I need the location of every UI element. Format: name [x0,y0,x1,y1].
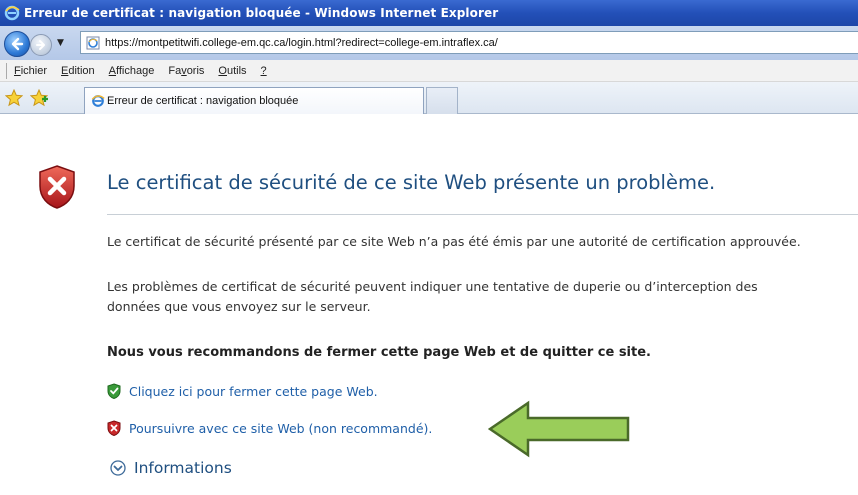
menu-bar: Fichier Edition Affichage Favoris Outils… [0,60,858,82]
continue-link[interactable]: Poursuivre avec ce site Web (non recomma… [107,420,432,436]
security-warning: Les problèmes de certificat de sécurité … [107,277,758,317]
close-page-link[interactable]: Cliquez ici pour fermer cette page Web. [107,383,378,399]
security-warning-line1: Les problèmes de certificat de sécurité … [107,279,758,294]
red-x-shield-icon [107,420,121,436]
chevron-down-circle-icon [110,460,126,476]
tab-label: Erreur de certificat : navigation bloqué… [107,95,299,107]
menu-outils[interactable]: Outils [218,65,246,77]
annotation-arrow-icon [488,400,630,458]
address-toolbar: ▼ https://montpetitwifi.college-em.qc.ca… [0,26,858,60]
page-title: Le certificat de sécurité de ce site Web… [107,171,716,194]
security-warning-line2: données que vous envoyez sur le serveur. [107,299,371,314]
continue-link-text[interactable]: Poursuivre avec ce site Web (non recomma… [129,421,432,436]
menu-help[interactable]: ? [261,65,267,77]
title-bar: Erreur de certificat : navigation bloqué… [0,0,858,26]
window-title: Erreur de certificat : navigation bloqué… [24,6,499,20]
close-page-link-text[interactable]: Cliquez ici pour fermer cette page Web. [129,384,378,399]
history-dropdown-icon[interactable]: ▼ [57,38,64,48]
new-tab-button[interactable] [426,87,458,114]
tab-bar: Erreur de certificat : navigation bloqué… [0,82,858,114]
menu-favoris[interactable]: Favoris [168,65,204,77]
more-information-label[interactable]: Informations [134,459,232,477]
menu-fichier[interactable]: Fichier [14,65,47,77]
divider [107,214,858,215]
page-icon [86,36,100,49]
certificate-message: Le certificat de sécurité présenté par c… [107,234,801,249]
green-check-shield-icon [107,383,121,399]
favorites-star-icon[interactable] [5,89,23,107]
ie-page-icon [91,95,105,107]
menu-grip [6,62,8,79]
forward-arrow-icon [36,40,45,50]
back-button[interactable] [4,31,30,57]
error-shield-icon [39,165,75,209]
add-favorite-icon[interactable] [30,89,48,107]
recommendation-text: Nous vous recommandons de fermer cette p… [107,345,651,360]
address-field[interactable]: https://montpetitwifi.college-em.qc.ca/l… [80,31,858,54]
url-text: https://montpetitwifi.college-em.qc.ca/l… [105,36,498,49]
tab-active[interactable]: Erreur de certificat : navigation bloqué… [84,87,424,114]
forward-button[interactable] [30,34,52,56]
menu-affichage[interactable]: Affichage [109,65,155,77]
more-information-toggle[interactable]: Informations [110,459,232,477]
back-arrow-icon [11,37,24,51]
page-content: Le certificat de sécurité de ce site Web… [0,114,858,495]
ie-logo-icon [4,5,20,21]
menu-edition[interactable]: Edition [61,65,95,77]
